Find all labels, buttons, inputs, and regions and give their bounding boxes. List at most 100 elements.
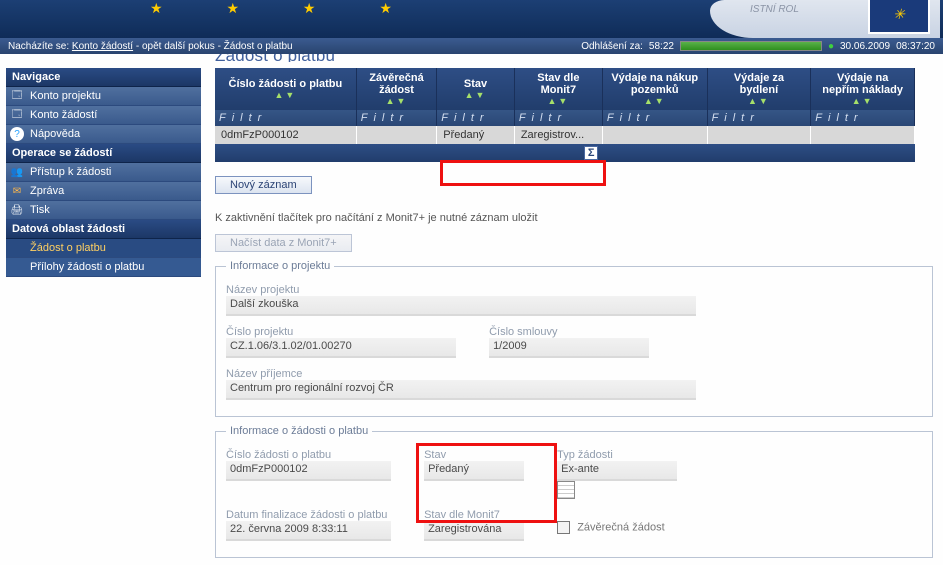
sort-icon: ▲▼ — [221, 90, 350, 100]
content-area: Žádost o platbu Číslo žádosti o platbu▲▼… — [207, 56, 943, 565]
content-scroll[interactable]: Žádost o platbu Číslo žádosti o platbu▲▼… — [205, 54, 943, 565]
sort-icon: ▲▼ — [609, 96, 701, 106]
value-datum-finalizace: 22. června 2009 8:33:11 — [226, 521, 391, 541]
table-row[interactable]: 0dmFzP000102 Předaný Zaregistrov... — [215, 126, 915, 144]
value-typ: Ex-ante — [557, 461, 677, 481]
sort-icon: ▲▼ — [443, 90, 508, 100]
value-prijemce: Centrum pro regionální rozvoj ČR — [226, 380, 696, 400]
session-progress-bar — [680, 41, 822, 51]
cell-stav: Předaný — [437, 126, 515, 144]
nav-sub-label: Přílohy žádosti o platbu — [30, 261, 144, 273]
label-nazev-projektu: Název projektu — [226, 284, 696, 296]
users-icon: 👥 — [10, 165, 24, 179]
filter-cell[interactable]: Filtr — [707, 110, 811, 126]
col-cislo[interactable]: Číslo žádosti o platbu▲▼ — [215, 68, 356, 110]
col-zaverecna[interactable]: Závěrečná žádost▲▼ — [356, 68, 437, 110]
cell-cislo: 0dmFzP000102 — [215, 126, 356, 144]
value-cislo-smlouvy: 1/2009 — [489, 338, 649, 358]
nav-sub-label: Žádost o platbu — [30, 242, 106, 254]
nav-item-label: Konto žádostí — [30, 109, 97, 121]
nav-konto-projektu[interactable]: 🗔Konto projektu — [6, 87, 201, 106]
header-band: ★ ★ ★ ★ ISTNÍ ROL ✳ — [0, 0, 943, 38]
sort-icon: ▲▼ — [714, 96, 805, 106]
value-nazev-projektu: Další zkouška — [226, 296, 696, 316]
payment-info-fieldset: Informace o žádosti o platbu Číslo žádos… — [215, 425, 933, 558]
nav-section-navigace: Navigace — [6, 68, 201, 87]
eu-stars-decoration: ★ ★ ★ ★ — [150, 0, 422, 17]
nav-konto-zadosti[interactable]: 🗔 Konto žádostí — [6, 106, 201, 125]
page-title: Žádost o platbu — [215, 54, 933, 62]
cell-monit: Zaregistrov... — [514, 126, 602, 144]
label-typ: Typ žádosti — [557, 449, 697, 461]
nav-section-datova: Datová oblast žádosti — [6, 220, 201, 239]
nav-section-operace: Operace se žádostí — [6, 144, 201, 163]
new-record-button[interactable]: Nový záznam — [215, 176, 312, 194]
status-dot-icon: ● — [828, 41, 834, 52]
breadcrumb-link[interactable]: Konto žádostí — [72, 41, 133, 52]
cell-zaverecna — [356, 126, 437, 144]
load-monit-button[interactable]: Načíst data z Monit7+ — [215, 234, 352, 252]
filter-cell[interactable]: Filtr — [811, 110, 915, 126]
value-stav-monit2: Zaregistrována — [424, 521, 524, 541]
filter-cell[interactable]: Filtr — [215, 110, 356, 126]
nav-zprava[interactable]: ✉ Zpráva — [6, 182, 201, 201]
activation-note: K zaktivnění tlačítek pro načítání z Mon… — [215, 212, 933, 224]
project-info-legend: Informace o projektu — [226, 260, 334, 272]
label-stav-monit2: Stav dle Monit7 — [424, 509, 524, 521]
payment-info-legend: Informace o žádosti o platbu — [226, 425, 372, 437]
filter-cell[interactable]: Filtr — [437, 110, 515, 126]
value-cislo-zadosti: 0dmFzP000102 — [226, 461, 391, 481]
col-monit[interactable]: Stav dle Monit7▲▼ — [514, 68, 602, 110]
eu-flag-icon: ✳ — [868, 0, 930, 34]
label-cislo-smlouvy: Číslo smlouvy — [489, 326, 649, 338]
logout-label: Odhlášení za: — [581, 41, 643, 52]
nav-item-label: Tisk — [30, 204, 50, 216]
nav-item-label: Nápověda — [30, 128, 80, 140]
nav-tisk[interactable]: 🖨 Tisk — [6, 201, 201, 220]
status-clock: 08:37:20 — [896, 41, 935, 52]
col-neprime[interactable]: Výdaje na nepřím náklady▲▼ — [811, 68, 915, 110]
label-zaverecna: Závěrečná žádost — [577, 521, 664, 533]
label-stav2: Stav — [424, 449, 524, 461]
nav-item-label: Konto projektu — [30, 90, 101, 102]
nav-pristup[interactable]: 👥 Přístup k žádosti — [6, 163, 201, 182]
project-info-fieldset: Informace o projektu Název projektu Dalš… — [215, 260, 933, 417]
filter-cell[interactable]: Filtr — [514, 110, 602, 126]
nav-item-label: Přístup k žádosti — [30, 166, 111, 178]
mail-icon: ✉ — [10, 184, 24, 198]
side-navigation: Navigace 🗔Konto projektu 🗔Konto žádostí … — [0, 54, 205, 565]
label-cislo-zadosti: Číslo žádosti o platbu — [226, 449, 391, 461]
value-cislo-projektu: CZ.1.06/3.1.02/01.00270 — [226, 338, 456, 358]
cell-neprime — [811, 126, 915, 144]
filter-cell[interactable]: Filtr — [602, 110, 707, 126]
header-right-panel: ISTNÍ ROL ✳ — [710, 0, 940, 38]
filter-cell[interactable]: Filtr — [356, 110, 437, 126]
col-pozemky[interactable]: Výdaje na nákup pozemků▲▼ — [602, 68, 707, 110]
col-bydleni[interactable]: Výdaje za bydlení▲▼ — [707, 68, 811, 110]
checkbox-zaverecna[interactable] — [557, 521, 570, 534]
breadcrumb-tail: - opět další pokus - Žádost o platbu — [136, 41, 293, 52]
sort-icon: ▲▼ — [521, 96, 596, 106]
grid-wrapper: Číslo žádosti o platbu▲▼ Závěrečná žádos… — [215, 68, 933, 162]
nav-prilohy[interactable]: Přílohy žádosti o platbu — [6, 258, 201, 277]
logout-time: 58:22 — [649, 41, 674, 52]
label-datum-finalizace: Datum finalizace žádosti o platbu — [226, 509, 391, 521]
print-icon: 🖨 — [10, 203, 24, 217]
sort-icon: ▲▼ — [817, 96, 908, 106]
status-date: 30.06.2009 — [840, 41, 890, 52]
page-icon: 🗔 — [10, 108, 24, 122]
nav-item-label: Zpráva — [30, 185, 64, 197]
nav-napoveda[interactable]: ?Nápověda — [6, 125, 201, 144]
sigma-icon[interactable]: Σ — [584, 146, 599, 160]
breadcrumb-prefix: Nacházíte se: — [8, 41, 72, 52]
nav-zadost-o-platbu[interactable]: Žádost o platbu — [6, 239, 201, 258]
cell-bydleni — [707, 126, 811, 144]
cell-pozemky — [602, 126, 707, 144]
value-stav2: Předaný — [424, 461, 524, 481]
lookup-icon[interactable] — [557, 481, 575, 499]
label-cislo-projektu: Číslo projektu — [226, 326, 456, 338]
sort-icon: ▲▼ — [363, 96, 431, 106]
header-subtext: ISTNÍ ROL — [750, 4, 799, 15]
col-stav[interactable]: Stav▲▼ — [437, 68, 515, 110]
payments-grid: Číslo žádosti o platbu▲▼ Závěrečná žádos… — [215, 68, 915, 162]
